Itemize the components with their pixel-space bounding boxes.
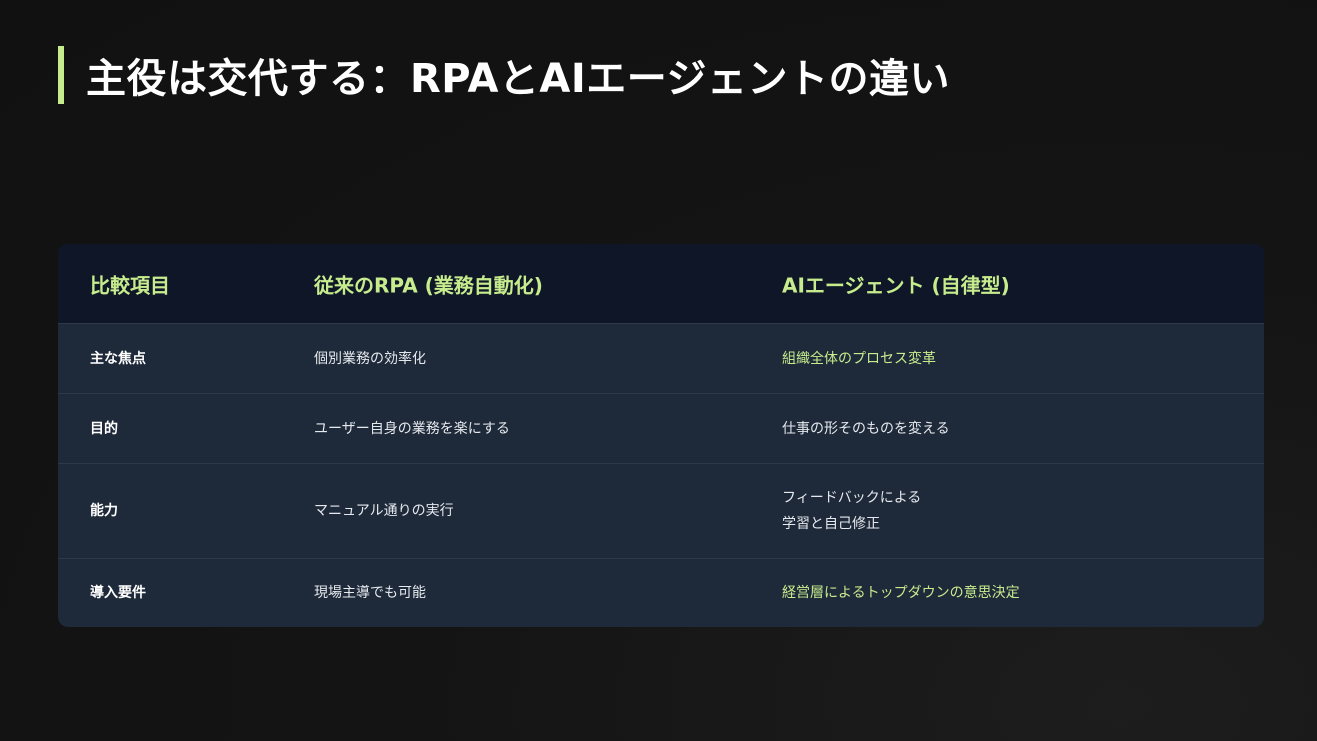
row-item-label: 能力 [90,503,118,519]
comparison-table: 比較項目 従来のRPA (業務自動化) AIエージェント (自律型) 主な焦点 … [58,244,1264,627]
row-rpa-cell: 個別業務の効率化 [314,350,426,367]
header-ai-agent: AIエージェント (自律型) [782,273,1010,297]
row-item-label: 目的 [90,420,118,437]
row-rpa-cell: ユーザー自身の業務を楽にする [314,420,510,437]
row-item-label: 導入要件 [90,585,146,601]
table-row: 能力 マニュアル通りの実行 フィードバックによる 学習と自己修正 [58,463,1264,558]
row-ai-cell: 経営層によるトップダウンの意思決定 [782,585,1020,601]
slide: 主役は交代する：RPAとAIエージェントの違い 比較項目 従来のRPA (業務自… [0,0,1317,741]
title-area: 主役は交代する：RPAとAIエージェントの違い [58,44,950,106]
row-ai-cell-line1: フィードバックによる [782,490,922,506]
row-rpa-cell: 現場主導でも可能 [314,585,426,601]
table-row: 導入要件 現場主導でも可能 経営層によるトップダウンの意思決定 [58,558,1264,627]
header-comparison-item: 比較項目 [90,273,170,297]
header-rpa: 従来のRPA (業務自動化) [314,273,543,297]
row-ai-cell-line2: 学習と自己修正 [782,516,880,532]
row-item-label: 主な焦点 [90,350,146,367]
row-ai-cell: フィードバックによる 学習と自己修正 [782,485,921,537]
table-row: 主な焦点 個別業務の効率化 組織全体のプロセス変革 [58,323,1264,393]
row-ai-cell: 組織全体のプロセス変革 [782,350,936,367]
title-accent-bar [58,46,64,104]
table-row: 目的 ユーザー自身の業務を楽にする 仕事の形そのものを変える [58,393,1264,463]
table-header: 比較項目 従来のRPA (業務自動化) AIエージェント (自律型) [58,244,1264,323]
row-ai-cell: 仕事の形そのものを変える [782,420,950,437]
page-title: 主役は交代する：RPAとAIエージェントの違い [86,56,950,102]
row-rpa-cell: マニュアル通りの実行 [314,503,454,519]
